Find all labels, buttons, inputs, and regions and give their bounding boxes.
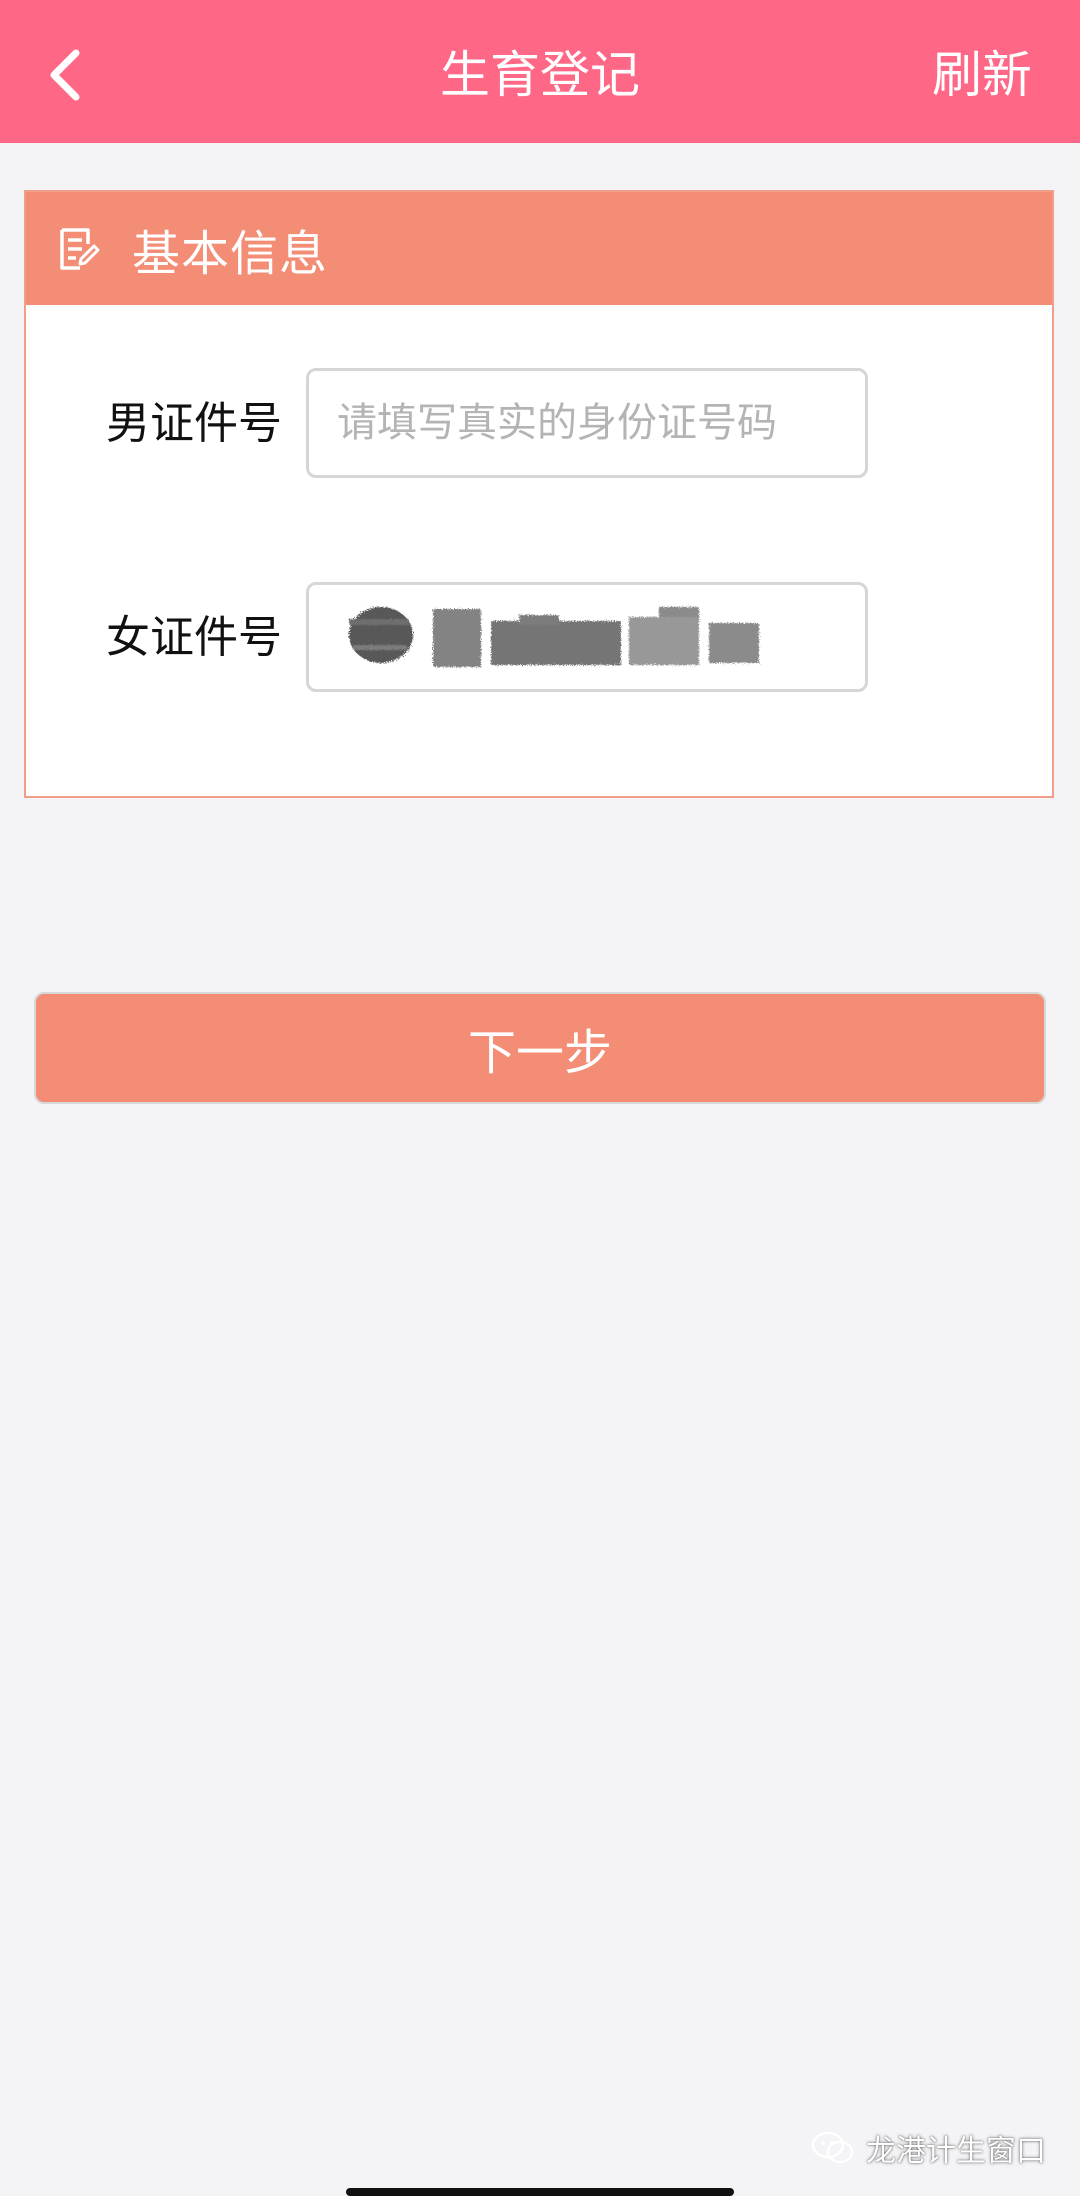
male-id-input[interactable] [309,371,865,475]
refresh-button[interactable]: 刷新 [932,40,1032,110]
female-id-input[interactable] [309,585,865,689]
chevron-left-icon [50,49,80,101]
male-id-label: 男证件号 [106,398,282,449]
home-indicator[interactable] [346,2188,734,2196]
card-title: 基本信息 [132,225,329,282]
female-id-label: 女证件号 [106,612,282,663]
page-title: 生育登记 [440,46,640,104]
card-header: 基本信息 [26,192,1052,305]
wechat-icon [810,2130,856,2166]
male-id-field-box [306,368,868,478]
top-navigation-bar: 生育登记 刷新 [0,0,1080,143]
next-step-button[interactable]: 下一步 [34,992,1046,1104]
edit-form-icon [54,224,104,274]
watermark-text: 龙港计生窗口 [866,2134,1046,2169]
watermark: 龙港计生窗口 [810,2126,1046,2170]
back-button[interactable] [36,40,96,110]
basic-info-card: 基本信息 男证件号 女证件号 [24,190,1054,798]
female-id-field-box [306,582,868,692]
